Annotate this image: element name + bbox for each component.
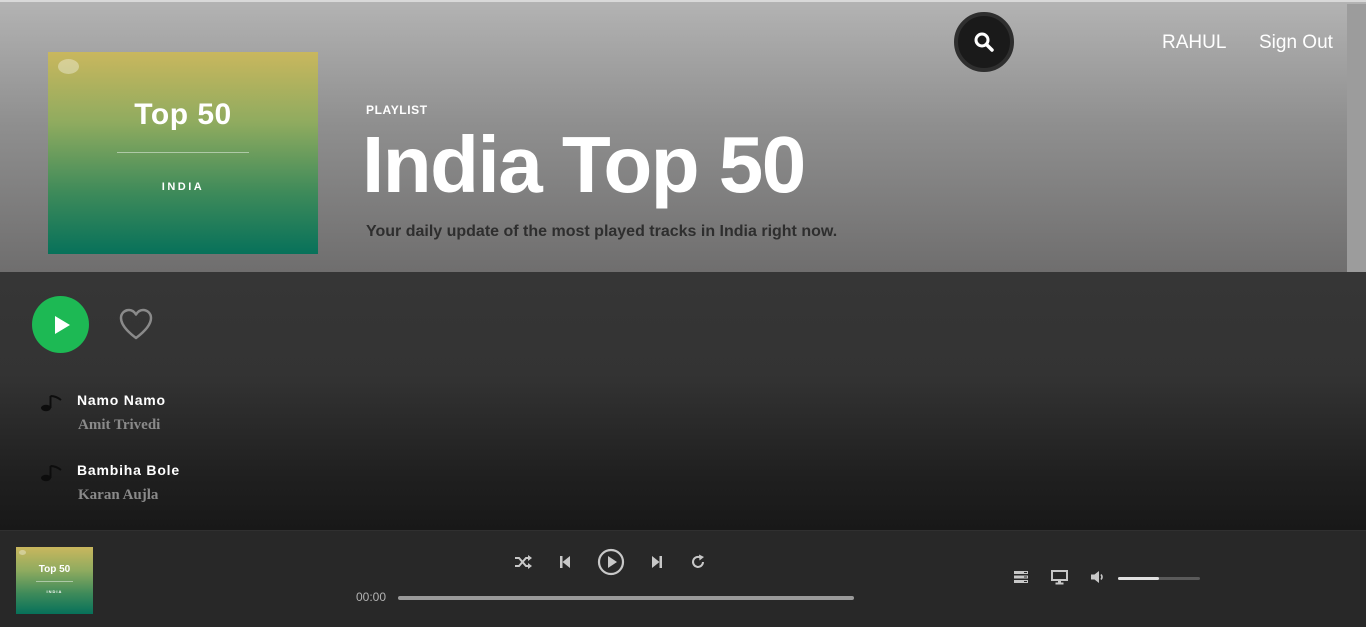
track-title[interactable]: Namo Namo (77, 392, 166, 408)
cover-divider (117, 152, 249, 153)
cover-title: Top 50 (134, 98, 232, 131)
play-pause-button[interactable] (597, 548, 625, 576)
track-artist[interactable]: Amit Trivedi (78, 417, 160, 434)
volume-slider[interactable] (1118, 577, 1200, 580)
user-name-link[interactable]: RAHUL (1162, 32, 1226, 54)
previous-icon (560, 556, 570, 568)
repeat-button[interactable] (687, 551, 709, 573)
play-icon (54, 315, 70, 334)
track-list-section: Namo Namo Amit Trivedi Bambiha Bole Kara… (0, 272, 1366, 530)
sign-out-link[interactable]: Sign Out (1259, 32, 1333, 54)
volume-level (1118, 577, 1159, 580)
track-artist[interactable]: Karan Aujla (78, 487, 158, 504)
play-icon (597, 548, 625, 576)
next-button[interactable] (646, 551, 668, 573)
track-title[interactable]: Bambiha Bole (77, 462, 180, 478)
progress-bar[interactable] (398, 596, 854, 600)
cover-country: INDIA (161, 181, 205, 193)
playlist-cover: Top 50 INDIA (48, 52, 318, 254)
playlist-header: Top 50 INDIA PLAYLIST India Top 50 Your … (0, 0, 1366, 274)
current-time: 00:00 (356, 590, 387, 604)
playlist-title: India Top 50 (362, 120, 806, 209)
queue-button[interactable] (1010, 567, 1032, 587)
music-note-icon (41, 395, 62, 412)
mini-cover-country: INDIA (46, 589, 63, 594)
play-playlist-button[interactable] (32, 296, 89, 353)
volume-icon (1091, 571, 1103, 583)
playlist-type-label: PLAYLIST (366, 103, 428, 117)
like-button[interactable] (118, 308, 154, 342)
next-icon (652, 556, 662, 568)
search-button[interactable] (954, 12, 1014, 72)
volume-button[interactable] (1087, 567, 1109, 587)
spotify-logo-icon (58, 59, 79, 74)
search-icon (974, 32, 994, 52)
playlist-description: Your daily update of the most played tra… (366, 223, 838, 240)
heart-icon (119, 308, 153, 340)
mini-cover-divider (36, 581, 73, 582)
spotify-logo-icon (19, 550, 26, 555)
mini-cover-title: Top 50 (38, 564, 71, 575)
shuffle-button[interactable] (512, 551, 534, 573)
previous-button[interactable] (554, 551, 576, 573)
queue-icon (1014, 571, 1028, 583)
player-bar: Top 50 INDIA 00:00 (0, 530, 1366, 627)
now-playing-cover[interactable]: Top 50 INDIA (16, 547, 93, 614)
shuffle-icon (515, 555, 532, 569)
devices-button[interactable] (1048, 567, 1070, 587)
devices-icon (1050, 569, 1068, 584)
music-note-icon (41, 465, 62, 482)
page-scrollbar[interactable] (1347, 4, 1366, 274)
repeat-icon (692, 554, 704, 568)
